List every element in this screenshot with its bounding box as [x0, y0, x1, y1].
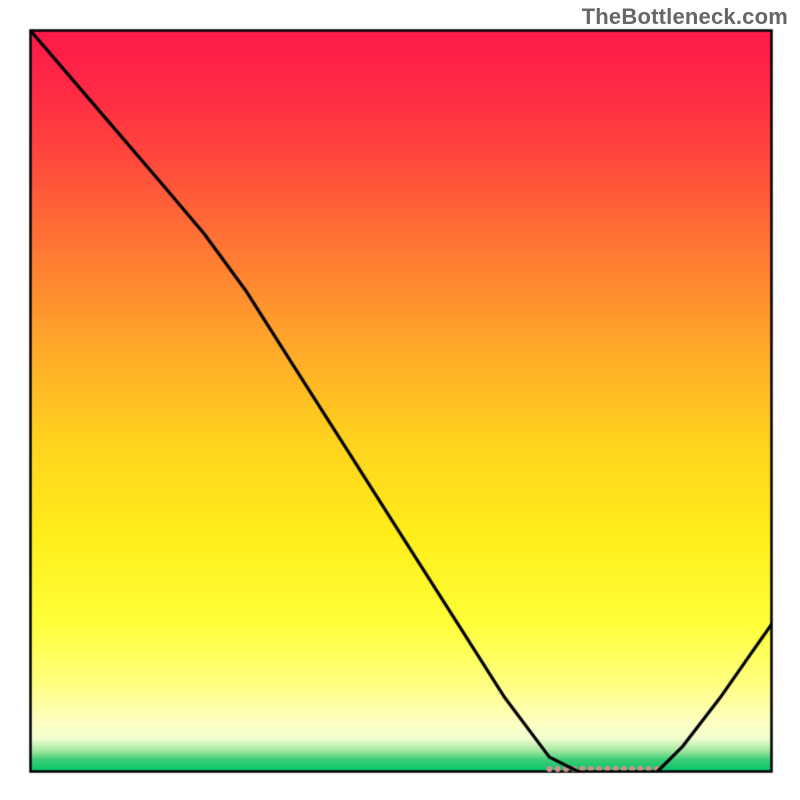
watermark-text: TheBottleneck.com	[582, 4, 788, 30]
